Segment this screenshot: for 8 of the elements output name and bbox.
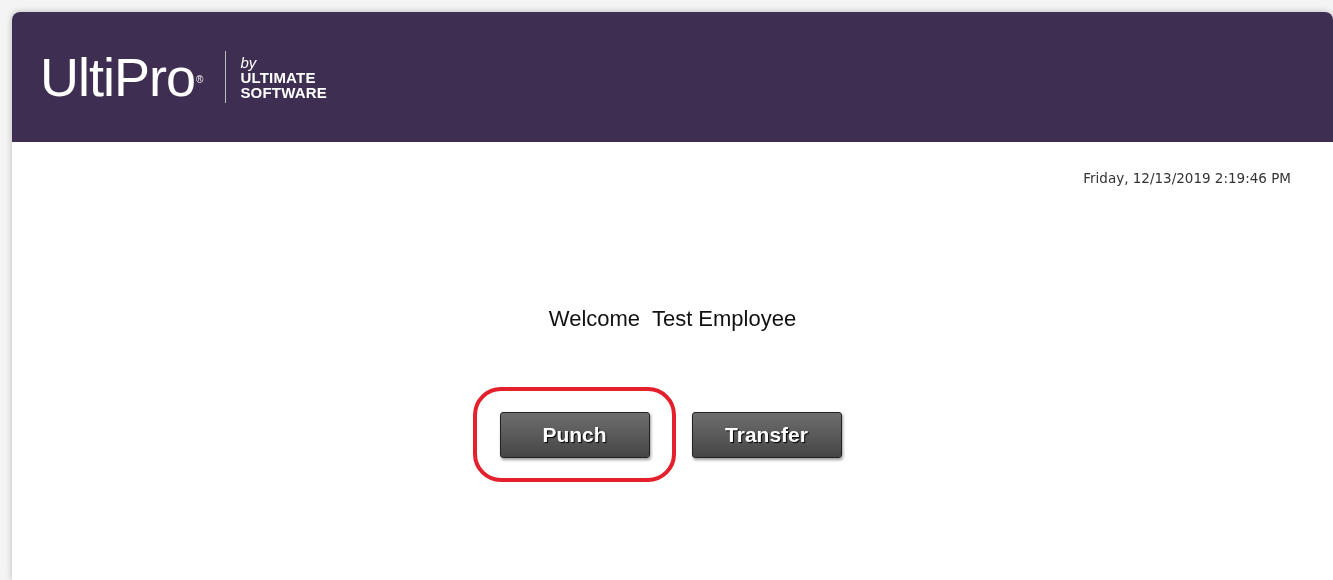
registered-mark: ® [196, 74, 204, 85]
welcome-text: Welcome Test Employee [548, 306, 797, 332]
action-button[interactable]: Transfer [691, 412, 842, 458]
logo-by: by [240, 54, 258, 70]
company-name: SOFTWARE [240, 84, 327, 100]
action-button[interactable]: Punch [499, 412, 650, 458]
date-time: Friday, 12/13/2019 2:19:46 PM [1083, 170, 1291, 186]
logo-name: UltiPro [40, 50, 196, 104]
